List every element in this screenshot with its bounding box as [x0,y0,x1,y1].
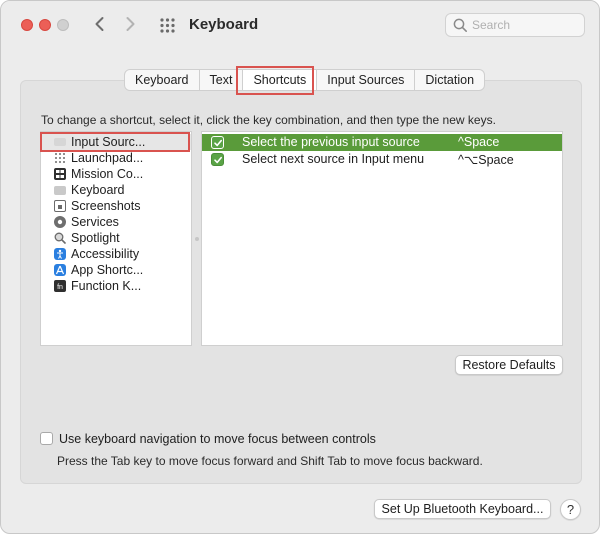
shortcut-row[interactable]: Select next source in Input menu ^⌥Space [202,151,562,168]
keyboard-navigation-label[interactable]: Use keyboard navigation to move focus be… [59,432,376,446]
help-button[interactable]: ? [560,499,581,520]
category-label: Spotlight [71,231,120,245]
back-chevron-icon[interactable] [89,13,111,35]
category-keyboard[interactable]: Keyboard [41,182,191,198]
tab-dictation[interactable]: Dictation [415,70,484,90]
category-label: Keyboard [71,183,125,197]
shortcut-key-combination[interactable]: ^Space [458,135,499,149]
shortcut-category-list: Input Sourc... Launchpad... Mission Co..… [40,131,192,346]
category-screenshots[interactable]: Screenshots [41,198,191,214]
shortcuts-tab-highlight-box [236,66,314,95]
title-bar: Keyboard [1,1,599,49]
restore-defaults-button[interactable]: Restore Defaults [455,355,563,375]
app-shortcuts-icon [54,264,66,276]
keyboard-navigation-checkbox[interactable] [40,432,53,445]
tab-input-sources[interactable]: Input Sources [317,70,416,90]
search-icon [453,18,468,33]
shortcut-description: Select the previous input source [242,135,420,149]
category-label: Services [71,215,119,229]
shortcut-list: Select the previous input source ^Space … [201,131,563,346]
category-app-shortcuts[interactable]: App Shortc... [41,262,191,278]
close-window-button[interactable] [21,19,33,31]
launchpad-icon [54,152,66,164]
category-accessibility[interactable]: Accessibility [41,246,191,262]
tab-keyboard[interactable]: Keyboard [125,70,200,90]
window-title: Keyboard [189,16,259,33]
minimize-window-button[interactable] [39,19,51,31]
mission-control-icon [54,168,66,180]
category-label: Mission Co... [71,167,144,181]
keyboard-preferences-window: Keyboard Keyboard Text Shortcuts Input S… [0,0,600,534]
category-mission-control[interactable]: Mission Co... [41,166,191,182]
shortcut-enabled-checkbox[interactable] [211,136,224,149]
shortcut-row[interactable]: Select the previous input source ^Space [202,134,562,151]
instructions-text: To change a shortcut, select it, click t… [41,113,496,127]
shortcut-description: Select next source in Input menu [242,152,425,166]
show-all-grid-icon[interactable] [160,18,175,33]
search-input[interactable] [472,17,580,33]
category-spotlight[interactable]: Spotlight [41,230,191,246]
search-field[interactable] [445,13,585,37]
accessibility-icon [54,248,66,260]
svg-text:fn: fn [57,284,63,291]
keyboard-icon [54,185,66,195]
category-label: Screenshots [71,199,141,213]
spotlight-magnifier-icon [54,232,66,244]
category-label: Function K... [71,279,142,293]
category-label: Launchpad... [71,151,144,165]
shortcut-key-combination[interactable]: ^⌥Space [458,152,514,167]
zoom-window-button[interactable] [57,19,69,31]
keyboard-navigation-help-text: Press the Tab key to move focus forward … [57,454,483,468]
category-services[interactable]: Services [41,214,191,230]
set-up-bluetooth-keyboard-button[interactable]: Set Up Bluetooth Keyboard... [374,499,551,519]
forward-chevron-icon[interactable] [119,13,141,35]
function-keys-icon: fn [54,280,66,292]
services-gear-icon [54,216,66,228]
category-function-keys[interactable]: fn Function K... [41,278,191,294]
category-label: App Shortc... [71,263,144,277]
category-launchpad[interactable]: Launchpad... [41,150,191,166]
list-splitter-handle[interactable] [195,237,199,241]
category-label: Accessibility [71,247,140,261]
shortcut-enabled-checkbox[interactable] [211,153,224,166]
screenshots-icon [54,200,66,212]
input-sources-highlight-box [40,132,190,152]
